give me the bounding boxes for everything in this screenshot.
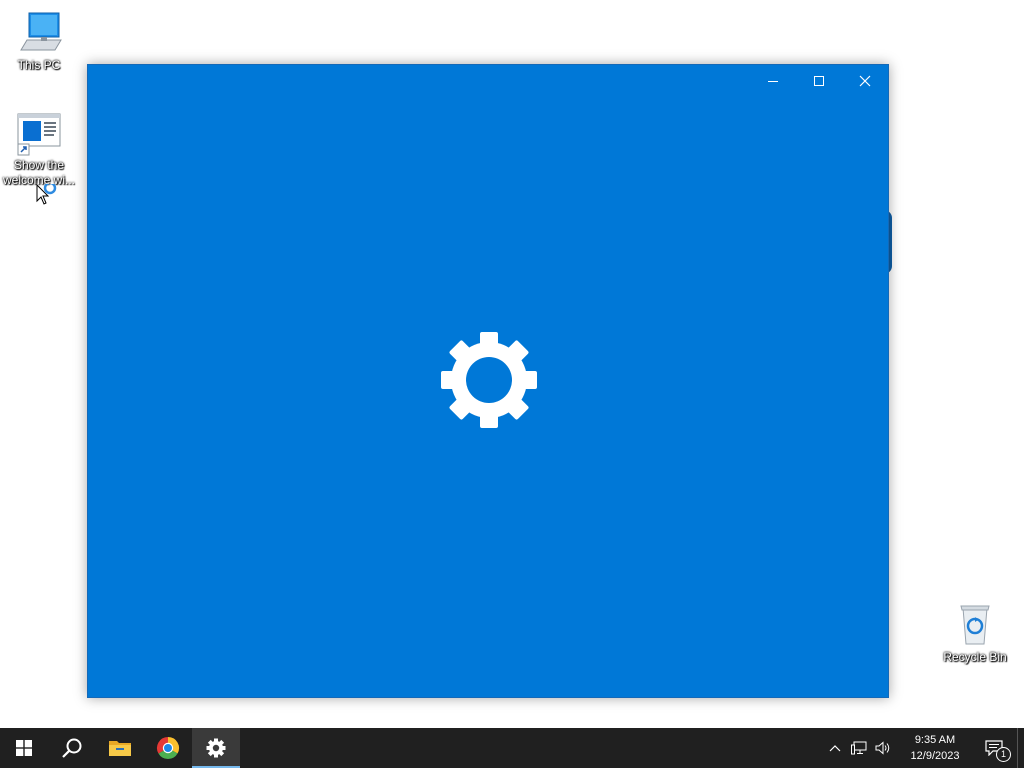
desktop-icon-recycle-bin[interactable]: Recycle Bin: [937, 602, 1013, 665]
maximize-icon: [814, 76, 824, 86]
close-button[interactable]: [842, 65, 888, 97]
maximize-button[interactable]: [796, 65, 842, 97]
desktop: This PC Show the welcome wi... Recycle B…: [0, 0, 1024, 728]
search-button[interactable]: [48, 728, 96, 768]
clock-date: 12/9/2023: [910, 750, 960, 762]
notification-count-badge: 1: [996, 747, 1011, 762]
volume-button[interactable]: [871, 728, 895, 768]
busy-cursor-icon: [36, 184, 57, 205]
start-button[interactable]: [0, 728, 48, 768]
settings-app-window[interactable]: [87, 64, 889, 698]
network-icon: [851, 741, 867, 755]
clock-time: 9:35 AM: [914, 734, 956, 746]
desktop-icon-label: Recycle Bin: [943, 650, 1007, 664]
minimize-button[interactable]: [750, 65, 796, 97]
this-pc-icon: [20, 12, 62, 51]
caption-buttons: [750, 65, 888, 97]
desktop-icon-this-pc[interactable]: This PC: [1, 10, 77, 73]
volume-icon: [875, 741, 890, 755]
chrome-icon: [157, 736, 180, 759]
network-button[interactable]: [847, 728, 871, 768]
taskbar: 9:35 AM 12/9/2023 1: [0, 728, 1024, 768]
search-icon: [62, 738, 82, 758]
desktop-icon-welcome-shortcut[interactable]: Show the welcome wi...: [1, 112, 77, 188]
close-icon: [859, 75, 871, 87]
action-center-button[interactable]: 1: [971, 728, 1017, 768]
file-explorer-button[interactable]: [96, 728, 144, 768]
system-tray: 9:35 AM 12/9/2023 1: [823, 728, 1024, 768]
windows-start-icon: [16, 740, 32, 756]
minimize-icon: [768, 81, 778, 82]
chevron-up-icon: [829, 745, 841, 752]
settings-gear-icon: [206, 738, 226, 758]
chrome-button[interactable]: [144, 728, 192, 768]
clock[interactable]: 9:35 AM 12/9/2023: [899, 732, 971, 764]
show-hidden-icons-button[interactable]: [823, 728, 847, 768]
desktop-icon-label: This PC: [17, 58, 61, 72]
gear-icon: [441, 332, 537, 428]
show-desktop-button[interactable]: [1017, 728, 1024, 768]
file-explorer-icon: [109, 741, 131, 756]
settings-taskbar-button[interactable]: [192, 728, 240, 768]
welcome-window-icon: [17, 113, 61, 156]
recycle-bin-icon: [960, 605, 990, 645]
